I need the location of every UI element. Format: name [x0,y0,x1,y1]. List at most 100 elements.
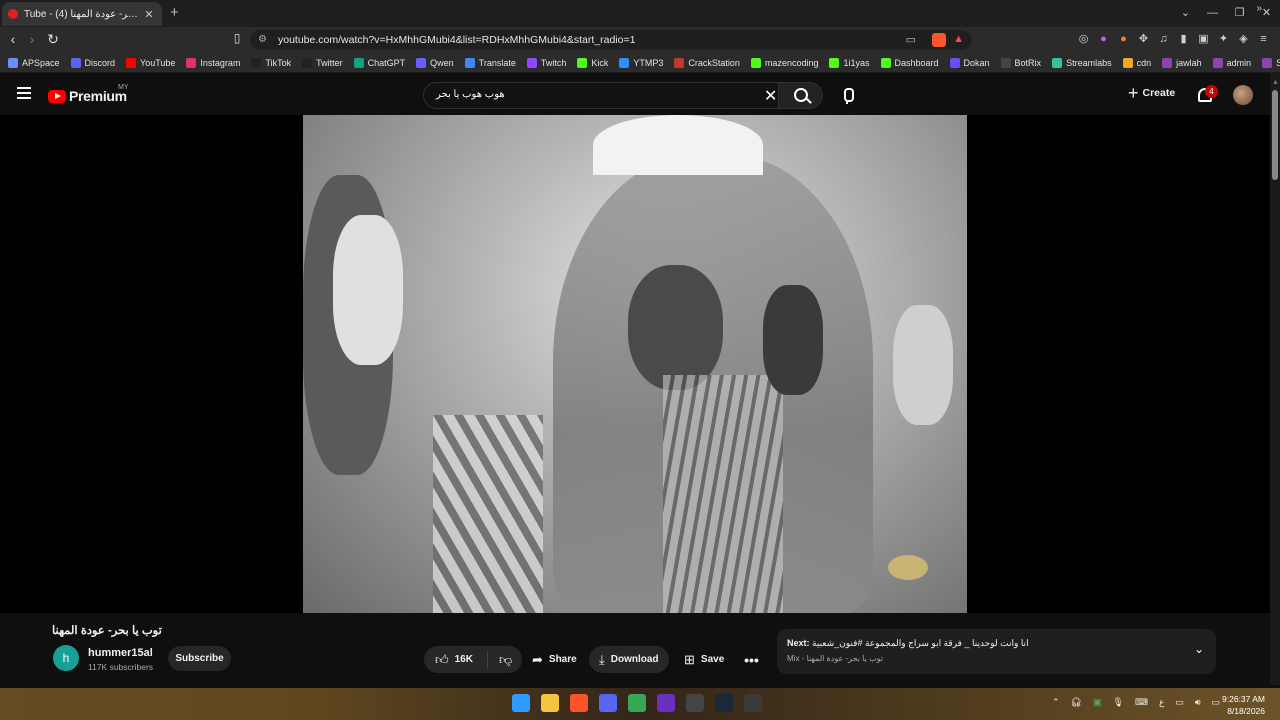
taskbar-app-icon[interactable] [570,694,588,712]
keyboard-icon[interactable]: ⌨ [1135,697,1148,708]
dislike-button[interactable]: 👎︎ [488,652,518,668]
voice-search-icon[interactable] [841,88,854,104]
taskbar-app-icon[interactable] [541,694,559,712]
bookmark-item[interactable]: mazencoding [750,57,818,68]
close-tab-icon[interactable]: ✕ [142,8,156,21]
bookmark-item[interactable]: Streamlabs [1052,57,1112,68]
minimize-icon[interactable]: — [1199,0,1226,27]
youtube-premium-logo[interactable]: Premium MY [48,84,129,104]
taskbar-app-icon[interactable] [686,694,704,712]
bookmark-item[interactable]: cdn [1122,57,1151,68]
bookmark-page-icon[interactable]: ▯ [228,31,246,45]
bookmark-item[interactable]: Dashboard [880,57,939,68]
bookmark-item[interactable]: CrackStation [674,57,740,68]
taskbar-app-icon[interactable] [744,694,762,712]
taskbar-clock[interactable]: 9:26:37 AM 8/18/2026 [1222,693,1265,717]
bookmark-item[interactable]: 1i1yas [829,57,870,68]
bookmark-item[interactable]: APSpace [8,57,60,68]
vpn-icon[interactable]: ◈ [1237,33,1250,46]
sidebar-icon[interactable]: ▮ [1177,33,1190,46]
cast-icon[interactable]: ▭ [906,33,916,46]
video-player[interactable] [0,115,1270,613]
search-box[interactable]: هوب هوب يا بحر ✕ [423,82,823,109]
extension-icon[interactable]: ◎ [1077,33,1090,46]
bookmark-item[interactable]: jawlah [1162,57,1202,68]
microphone-icon[interactable]: 🎙︎ [1113,697,1124,708]
search-button[interactable] [778,83,822,108]
brave-shields-icon[interactable] [932,33,946,47]
bookmark-item[interactable]: Translate [464,57,516,68]
input-language[interactable]: ع [1159,697,1164,708]
puzzle-icon[interactable]: ✥ [1137,33,1150,46]
scroll-up-icon[interactable]: ▲ [1272,79,1279,86]
download-button[interactable]: ⤓ Download [589,646,669,673]
clear-search-icon[interactable]: ✕ [764,86,777,106]
channel-name[interactable]: hummer15al [88,647,153,659]
bookmark-item[interactable]: Kick [577,57,608,68]
bookmark-item[interactable]: Twitch [526,57,567,68]
browser-tab-active[interactable]: Tube - (4) توب يا بحر- عودة المهنا ✕ [2,2,162,26]
bookmark-item[interactable]: Discord [70,57,115,68]
bookmark-label: Twitch [540,57,567,68]
wallet-icon[interactable]: ▣ [1197,33,1210,46]
show-hidden-icons-icon[interactable]: ⌃ [1052,697,1060,708]
share-button[interactable]: ➦ Share [522,646,584,673]
bookmark-item[interactable]: ChatGPT [353,57,405,68]
brave-rewards-icon[interactable]: ▲ [953,33,964,45]
up-next-card[interactable]: Next: انا وانت لوحدينا _ فرقة ابو سراج و… [777,629,1216,674]
extension-icon[interactable]: ● [1117,33,1130,46]
taskbar-app-icon[interactable] [512,694,530,712]
address-bar[interactable]: ⚙ youtube.com/watch?v=HxMhhGMubi4&list=R… [250,30,972,50]
bookmark-favicon-icon [1262,57,1273,68]
more-bookmarks-icon[interactable]: » [1256,3,1262,14]
taskbar-app-icon[interactable] [715,694,733,712]
music-icon[interactable]: ♫ [1157,33,1170,46]
save-button[interactable]: ⊞ Save [674,646,732,673]
volume-icon[interactable]: 🔊︎ [1195,697,1201,708]
bookmark-item[interactable]: Instagram [186,57,240,68]
bookmark-item[interactable]: Twitter [302,57,343,68]
site-info-icon[interactable]: ⚙ [258,34,267,45]
forward-icon[interactable]: › [23,31,41,47]
tray-app-icon[interactable]: ▣ [1093,697,1102,708]
video-content [433,415,543,613]
url-text[interactable]: youtube.com/watch?v=HxMhhGMubi4&list=RDH… [278,34,635,46]
account-avatar[interactable] [1233,85,1253,105]
browser-menu-icon[interactable]: ≡ [1257,33,1270,46]
more-actions-button[interactable]: ••• [736,646,767,673]
bookmark-favicon-icon [526,57,537,68]
bookmark-item[interactable]: Spacemail [1262,57,1280,68]
channel-avatar[interactable]: h [53,645,79,671]
taskbar-app-icon[interactable] [628,694,646,712]
bookmark-item[interactable]: YTMP3 [619,57,663,68]
hamburger-menu-icon[interactable] [17,87,31,99]
new-tab-icon[interactable]: + [170,4,179,21]
back-icon[interactable]: ‹ [4,31,22,47]
scrollbar-thumb[interactable] [1272,90,1278,180]
bookmark-item[interactable]: Dokan [949,57,990,68]
chevron-down-icon[interactable]: ⌄ [1194,642,1204,656]
create-button[interactable]: + Create [1128,84,1175,102]
bookmark-item[interactable]: BotRix [1000,57,1041,68]
window-controls: ⌄ — ❐ ✕ [1172,0,1280,27]
tab-search-icon[interactable]: ⌄ [1172,0,1199,27]
extension-icon[interactable]: ● [1097,33,1110,46]
network-icon[interactable]: ▭ [1175,697,1184,708]
bookmark-item[interactable]: Qwen [416,57,454,68]
up-next-label: Next: [787,638,810,648]
bookmark-item[interactable]: admin [1212,57,1251,68]
like-button[interactable]: 👍︎ 16K [424,651,488,668]
headset-icon[interactable]: 🎧︎ [1071,697,1082,708]
bookmark-item[interactable]: YouTube [126,57,175,68]
maximize-icon[interactable]: ❐ [1226,0,1253,27]
video-frame[interactable] [303,115,967,613]
page-scrollbar[interactable]: ▲ [1270,73,1280,685]
subscribe-button[interactable]: Subscribe [168,646,231,671]
search-input[interactable]: هوب هوب يا بحر [436,89,505,100]
taskbar-app-icon[interactable] [599,694,617,712]
reload-icon[interactable]: ↻ [44,31,62,48]
battery-icon[interactable]: ▭ [1212,697,1221,708]
taskbar-app-icon[interactable] [657,694,675,712]
bookmark-item[interactable]: TikTok [251,57,291,68]
leo-ai-icon[interactable]: ✦ [1217,33,1230,46]
